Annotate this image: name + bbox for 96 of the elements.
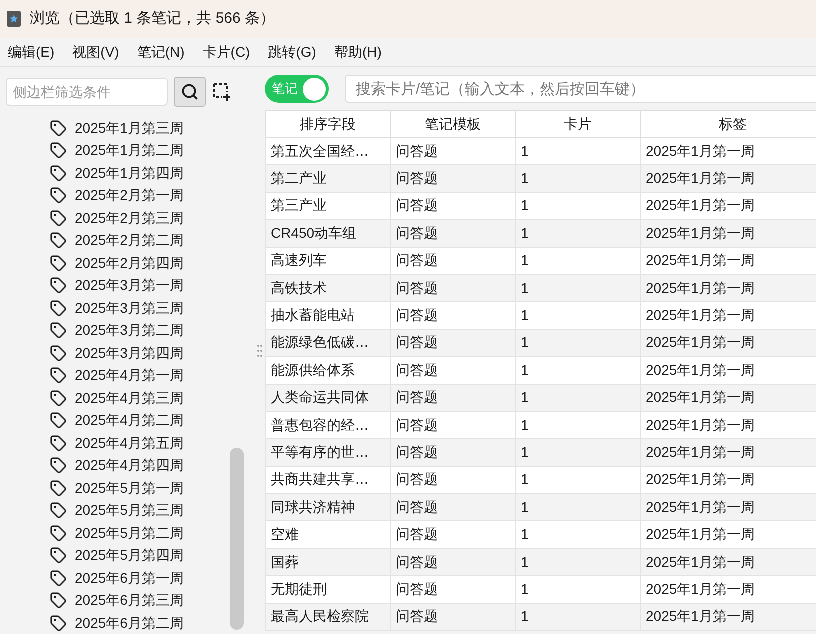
tag-icon bbox=[50, 367, 67, 384]
tag-icon bbox=[50, 187, 67, 204]
table-cell: 能源供给体系 bbox=[266, 356, 390, 384]
table-cell: 第二产业 bbox=[266, 164, 390, 192]
sidebar-item[interactable]: 2025年5月第四周 bbox=[75, 545, 184, 566]
menu-item[interactable]: 视图(V) bbox=[72, 42, 120, 62]
sidebar-item[interactable]: 2025年3月第二周 bbox=[75, 320, 184, 342]
sidebar-item[interactable]: 2025年1月第四周 bbox=[75, 162, 184, 184]
tag-icon bbox=[50, 277, 67, 294]
tag-icon bbox=[50, 412, 67, 430]
search-icon bbox=[181, 83, 199, 101]
sidebar-item[interactable]: 2025年4月第四周 bbox=[75, 455, 184, 476]
tag-icon bbox=[50, 547, 67, 564]
table-cell: 问答题 bbox=[390, 520, 516, 548]
sidebar-item[interactable]: 2025年5月第一周 bbox=[75, 478, 184, 499]
sidebar-item[interactable]: 2025年2月第四周 bbox=[75, 252, 184, 274]
select-area-icon[interactable] bbox=[212, 82, 232, 102]
tag-icon bbox=[50, 592, 67, 610]
table-cell: 问答题 bbox=[390, 302, 516, 330]
sidebar-item[interactable]: 2025年5月第三周 bbox=[75, 500, 184, 522]
search-button[interactable] bbox=[174, 77, 206, 107]
tag-icon bbox=[50, 434, 67, 452]
menu-item[interactable]: 笔记(N) bbox=[137, 42, 185, 62]
sidebar-item[interactable]: 2025年1月第二周 bbox=[75, 140, 184, 162]
table-cell: 空难 bbox=[266, 520, 390, 548]
tag-icon bbox=[50, 524, 67, 542]
table-cell: 问答题 bbox=[390, 603, 516, 631]
tag-icon bbox=[50, 300, 67, 317]
menu-item[interactable]: 编辑(E) bbox=[8, 42, 55, 62]
table-cell: 抽水蓄能电站 bbox=[266, 302, 390, 330]
tag-icon bbox=[50, 254, 67, 272]
table-cell: 问答题 bbox=[390, 438, 516, 466]
table-cell: CR450动车组 bbox=[266, 220, 390, 248]
tag-icon bbox=[50, 390, 67, 407]
table-cell: 1 bbox=[516, 220, 640, 248]
table-cell: 问答题 bbox=[390, 220, 516, 248]
search-field[interactable]: 搜索卡片/笔记（输入文本，然后按回车键） bbox=[345, 75, 816, 103]
sidebar-item[interactable]: 2025年2月第二周 bbox=[75, 230, 184, 252]
table-cell: 1 bbox=[516, 164, 640, 192]
sidebar-item[interactable]: 2025年3月第四周 bbox=[75, 342, 184, 364]
tag-icon bbox=[50, 570, 67, 587]
sidebar-item[interactable]: 2025年2月第一周 bbox=[75, 185, 184, 206]
table-cell: 1 bbox=[516, 520, 640, 548]
table-cell: 1 bbox=[516, 302, 640, 330]
sidebar-filter-field[interactable]: 侧边栏筛选条件 bbox=[6, 78, 168, 106]
table-cell: 平等有序的世… bbox=[266, 438, 390, 466]
sidebar-item[interactable]: 2025年2月第三周 bbox=[75, 208, 184, 229]
table-cell: 1 bbox=[516, 438, 640, 466]
table-cell: 人类命运共同体 bbox=[266, 384, 390, 412]
sidebar-item[interactable]: 2025年3月第一周 bbox=[75, 275, 184, 296]
tag-icon bbox=[50, 614, 67, 632]
sidebar-item[interactable]: 2025年6月第一周 bbox=[75, 568, 184, 589]
sidebar-item[interactable]: 2025年4月第三周 bbox=[75, 388, 184, 409]
table-cell: 无期徒刑 bbox=[266, 576, 390, 604]
tag-icon bbox=[50, 502, 67, 520]
table-cell: 1 bbox=[516, 247, 640, 274]
tag-icon bbox=[50, 344, 67, 362]
tag-icon bbox=[50, 457, 67, 474]
sidebar-item[interactable]: 2025年6月第二周 bbox=[75, 612, 184, 634]
sidebar-item[interactable]: 2025年5月第二周 bbox=[75, 522, 184, 544]
sidebar-item[interactable]: 2025年1月第三周 bbox=[75, 118, 184, 139]
menu-item[interactable]: 帮助(H) bbox=[334, 42, 382, 62]
column-header[interactable]: 标签 bbox=[640, 110, 816, 138]
menu-item[interactable]: 跳转(G) bbox=[268, 42, 316, 62]
column-header[interactable]: 笔记模板 bbox=[390, 110, 516, 138]
sidebar-item[interactable]: 2025年4月第二周 bbox=[75, 410, 184, 432]
menu-item[interactable]: 卡片(C) bbox=[202, 42, 250, 62]
tag-icon bbox=[50, 164, 67, 182]
table-cell: 1 bbox=[516, 356, 640, 384]
tag-icon bbox=[50, 480, 67, 497]
table-cell: 问答题 bbox=[390, 164, 516, 192]
table-cell: 最高人民检察院 bbox=[266, 603, 390, 631]
tag-icon bbox=[50, 210, 67, 227]
column-header[interactable]: 排序字段 bbox=[266, 110, 390, 138]
table-cell: 高速列车 bbox=[266, 247, 390, 274]
tag-icon bbox=[50, 142, 67, 160]
app-icon bbox=[6, 10, 22, 28]
splitter-handle-icon[interactable] bbox=[257, 344, 263, 358]
table-cell: 1 bbox=[516, 384, 640, 412]
table-cell: 1 bbox=[516, 603, 640, 631]
table-cell: 问答题 bbox=[390, 247, 516, 274]
tag-icon bbox=[50, 120, 67, 137]
sidebar-item[interactable]: 2025年4月第五周 bbox=[75, 432, 184, 454]
sidebar-item[interactable]: 2025年4月第一周 bbox=[75, 365, 184, 386]
column-header[interactable]: 卡片 bbox=[516, 110, 640, 138]
tag-icon bbox=[50, 322, 67, 340]
tag-icon bbox=[50, 232, 67, 250]
table-cell: 问答题 bbox=[390, 356, 516, 384]
scrollbar-thumb[interactable] bbox=[230, 448, 244, 630]
sidebar-item[interactable]: 2025年3月第三周 bbox=[75, 298, 184, 319]
table-cell: 问答题 bbox=[390, 384, 516, 412]
toggle-knob bbox=[303, 78, 326, 100]
table-cell: 问答题 bbox=[390, 576, 516, 604]
table-cell: 1 bbox=[516, 576, 640, 604]
window-title: 浏览（已选取 1 条笔记，共 566 条） bbox=[30, 8, 276, 29]
sidebar-item[interactable]: 2025年6月第三周 bbox=[75, 590, 184, 612]
